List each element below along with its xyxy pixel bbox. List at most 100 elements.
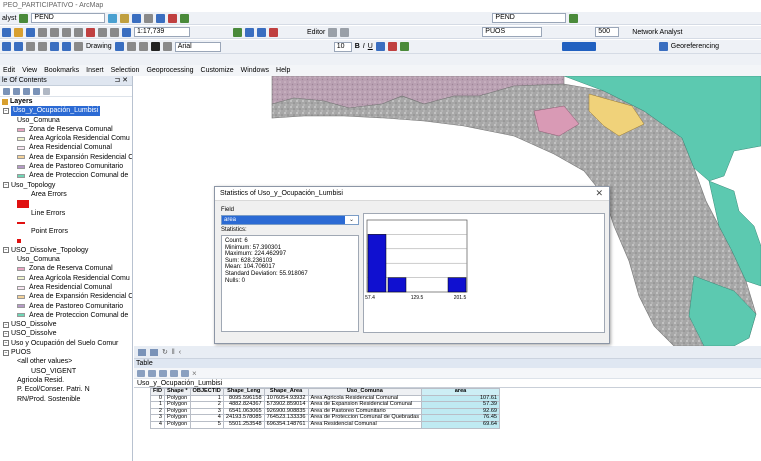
expand-checkbox-icon[interactable]: − [3, 349, 9, 356]
toc-row[interactable]: − Uso_y_Ocupación_Lumbisi [0, 106, 132, 116]
fill-color-icon[interactable] [387, 42, 397, 51]
list-by-visibility-icon[interactable] [23, 87, 30, 95]
new-icon[interactable] [2, 27, 11, 37]
refresh-icon[interactable]: ↻ [162, 348, 168, 356]
related-tables-icon[interactable] [148, 369, 156, 377]
drawing-menu[interactable]: Drawing [86, 43, 112, 50]
tool-icon-1[interactable] [108, 13, 118, 23]
list-by-selection-icon[interactable] [33, 87, 40, 95]
toc-row[interactable]: − USO_Dissolve [0, 329, 132, 338]
options-icon[interactable] [43, 87, 50, 95]
close-table-icon[interactable]: × [192, 369, 197, 378]
pause-icon[interactable]: ‖ [172, 349, 175, 356]
forward-icon[interactable] [62, 42, 71, 51]
table-cell[interactable]: 5 [189, 420, 224, 429]
search-icon[interactable] [257, 27, 266, 37]
select-icon[interactable] [74, 42, 83, 51]
toc-row[interactable]: Área Residencial Comunal [0, 283, 132, 292]
toc-row[interactable]: Zona de Reserva Comunal [0, 125, 132, 134]
analyst-label[interactable]: alyst [2, 15, 16, 22]
toc-row[interactable] [0, 199, 132, 208]
expand-checkbox-icon[interactable]: − [3, 107, 9, 114]
toc-row[interactable]: Área de Pastoreo Comunitario [0, 302, 132, 311]
toc-row[interactable]: USO_VIGENT [0, 367, 132, 376]
toc-row[interactable]: RN/Prod. Sostenible [0, 395, 132, 404]
cut-icon[interactable] [50, 27, 59, 37]
color-ramp-icon[interactable] [561, 42, 596, 51]
delete-icon[interactable] [86, 27, 95, 37]
menu-item-bookmarks[interactable]: Bookmarks [44, 67, 79, 74]
expand-checkbox-icon[interactable]: − [3, 321, 9, 328]
undo-icon[interactable] [98, 27, 107, 37]
image-icon[interactable] [162, 42, 172, 51]
line-color-icon[interactable] [399, 42, 409, 51]
table-cell[interactable]: 69.64 [421, 420, 501, 429]
sketch-tool-icon[interactable] [340, 27, 350, 37]
toc-row[interactable]: Zona de Reserva Comunal [0, 264, 132, 273]
redo-icon[interactable] [110, 27, 119, 37]
rectangle-icon[interactable] [138, 42, 148, 51]
toc-row[interactable]: Área Residencial Comunal [0, 143, 132, 152]
tool-icon-7[interactable] [180, 13, 190, 23]
table-cell[interactable]: 5501.253548 [222, 420, 265, 429]
georeferencing-menu[interactable]: Georeferencing [671, 43, 719, 50]
expand-checkbox-icon[interactable]: − [3, 182, 9, 189]
add-data-icon[interactable] [122, 27, 131, 37]
menu-item-selection[interactable]: Selection [111, 67, 140, 74]
toc-row[interactable]: − Uso y Ocupación del Suelo Comur [0, 339, 132, 348]
expand-checkbox-icon[interactable]: − [3, 331, 9, 338]
expand-checkbox-icon[interactable]: − [3, 247, 9, 254]
field-select[interactable]: area ⌄ [221, 215, 359, 225]
toc-row[interactable]: P. Ecol/Conser. Patri. N [0, 385, 132, 394]
switch-selection-icon[interactable] [170, 369, 178, 377]
text-tool-icon[interactable] [150, 42, 160, 51]
layer-combo-2[interactable]: PEND [492, 13, 567, 23]
bold-button[interactable]: B [355, 43, 360, 50]
table-cell[interactable]: 2 [149, 407, 166, 416]
font-color-icon[interactable] [375, 42, 385, 51]
toc-row[interactable]: − Uso_Topology [0, 181, 132, 190]
table-cell[interactable]: 0 [149, 394, 166, 403]
open-icon[interactable] [14, 27, 23, 37]
toc-row[interactable]: Área de Proteccion Comunal de [0, 171, 132, 180]
menu-item-customize[interactable]: Customize [201, 67, 234, 74]
catalog-icon[interactable] [245, 27, 254, 37]
table-row[interactable]: 4 Polygon 5 5501.253548 696354.148761 Area Re… [149, 420, 501, 429]
chevron-down-icon[interactable]: ⌄ [346, 216, 357, 224]
font-size-combo[interactable]: 10 [333, 41, 352, 52]
pan-icon[interactable] [26, 42, 35, 51]
tool-icon-6[interactable] [168, 13, 178, 23]
scale-combo[interactable]: 1:17,739 [134, 27, 190, 37]
italic-button[interactable]: I [363, 43, 365, 50]
number-combo[interactable]: 500 [595, 27, 620, 37]
arctoolbox-icon[interactable] [269, 27, 278, 37]
table-cell[interactable]: 4 [149, 420, 166, 429]
toc-row[interactable]: − PUOS [0, 348, 132, 357]
toc-row[interactable]: Área de Expansión Residencial C [0, 153, 132, 162]
rotate-icon[interactable] [126, 42, 136, 51]
toc-row[interactable]: Área Agrícola Residencial Comu [0, 134, 132, 143]
layer-combo-1[interactable]: PEND [31, 13, 106, 23]
toc-row[interactable]: Área de Pastoreo Comunitario [0, 162, 132, 171]
toc-close-icon[interactable]: ⊐ ✕ [114, 76, 128, 86]
close-icon[interactable]: ✕ [595, 189, 603, 198]
column-header[interactable]: FID [149, 388, 166, 396]
paste-icon[interactable] [74, 27, 83, 37]
zoom-in-icon[interactable] [2, 42, 11, 51]
toc-row[interactable] [0, 236, 132, 245]
toc-row[interactable]: <all other values> [0, 357, 132, 366]
print-icon[interactable] [38, 27, 47, 37]
toc-row[interactable]: Area Errors [0, 190, 132, 199]
menu-item-windows[interactable]: Windows [241, 67, 269, 74]
editor-toolbar-icon[interactable] [233, 27, 242, 37]
table-cell[interactable]: Polygon [164, 420, 191, 429]
toc-row[interactable] [0, 218, 132, 227]
toc-row[interactable]: Agricola Resid. [0, 376, 132, 385]
back-icon[interactable] [50, 42, 59, 51]
menu-item-help[interactable]: Help [276, 67, 290, 74]
tool-icon-2[interactable] [120, 13, 130, 23]
table-cell[interactable]: 3 [149, 414, 166, 422]
save-icon[interactable] [26, 27, 35, 37]
pointer-icon[interactable] [114, 42, 124, 51]
copy-icon[interactable] [62, 27, 71, 37]
